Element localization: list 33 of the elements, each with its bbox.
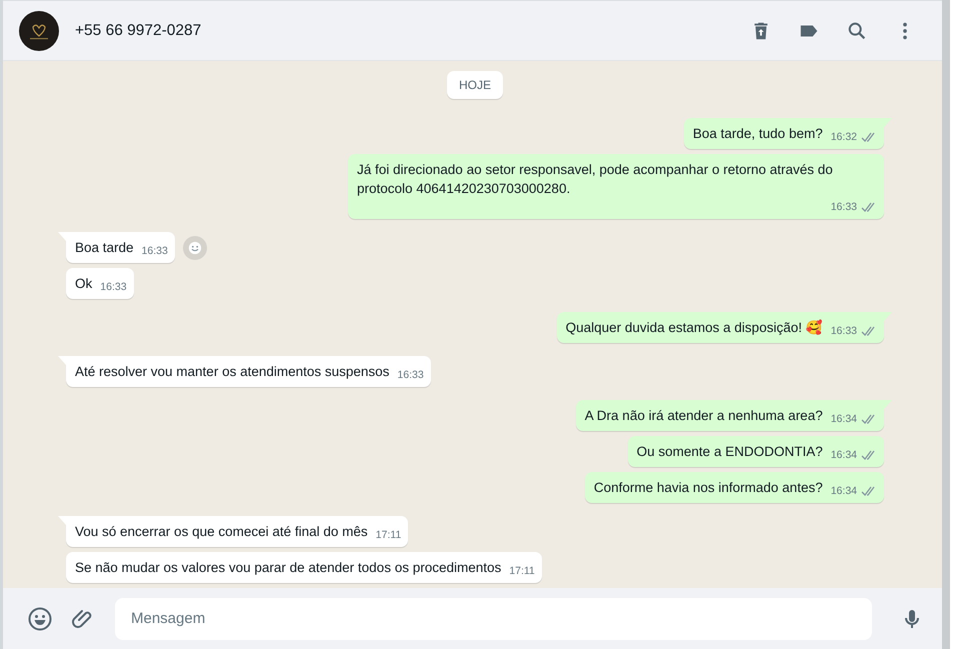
message-time: 16:33 bbox=[830, 200, 857, 215]
contact-avatar[interactable] bbox=[19, 10, 59, 50]
smiley-icon bbox=[188, 240, 202, 254]
double-check-icon bbox=[861, 326, 877, 337]
message-text: Ou somente a ENDODONTIA? bbox=[636, 443, 823, 461]
date-chip: HOJE bbox=[446, 71, 503, 99]
message-text: Boa tarde, tudo bem? bbox=[692, 125, 823, 143]
message-text: Se não mudar os valores vou parar de atender todos os procedimentos bbox=[75, 559, 502, 577]
message-input[interactable]: Mensagem bbox=[115, 598, 872, 640]
message-text: Até resolver vou manter os atendimentos suspensos bbox=[75, 363, 390, 381]
message-time: 17:11 bbox=[509, 564, 535, 579]
message-time: 16:34 bbox=[830, 448, 857, 463]
message-text: Boa tarde bbox=[75, 239, 134, 257]
double-check-icon bbox=[861, 450, 877, 461]
message-time: 16:32 bbox=[830, 130, 857, 145]
message-text: Conforme havia nos informado antes? bbox=[594, 479, 823, 497]
message-time: 16:34 bbox=[830, 484, 857, 499]
double-check-icon bbox=[861, 414, 877, 425]
message-time: 16:33 bbox=[830, 324, 857, 339]
message-time: 17:11 bbox=[376, 528, 402, 543]
message-text: Ok bbox=[75, 275, 92, 293]
message-time: 16:33 bbox=[142, 244, 168, 259]
message-time: 16:33 bbox=[100, 280, 127, 295]
contact-name[interactable]: +55 66 9972-0287 bbox=[75, 22, 202, 40]
double-check-icon bbox=[861, 202, 877, 213]
message-text: Já foi direcionado ao setor responsavel, pode acompanhar o retorno através do protocolo 40641420230703000280. bbox=[357, 161, 834, 198]
message-text: Qualquer duvida estamos a disposição! 🥰 bbox=[566, 318, 823, 337]
message-time: 16:33 bbox=[397, 368, 424, 383]
double-check-icon bbox=[861, 486, 877, 497]
double-check-icon bbox=[861, 132, 877, 143]
message-text: A Dra não irá atender a nenhuma area? bbox=[584, 407, 823, 425]
message-text: Vou só encerrar os que comecei até final do mês bbox=[75, 523, 368, 541]
message-time: 16:34 bbox=[830, 412, 857, 427]
